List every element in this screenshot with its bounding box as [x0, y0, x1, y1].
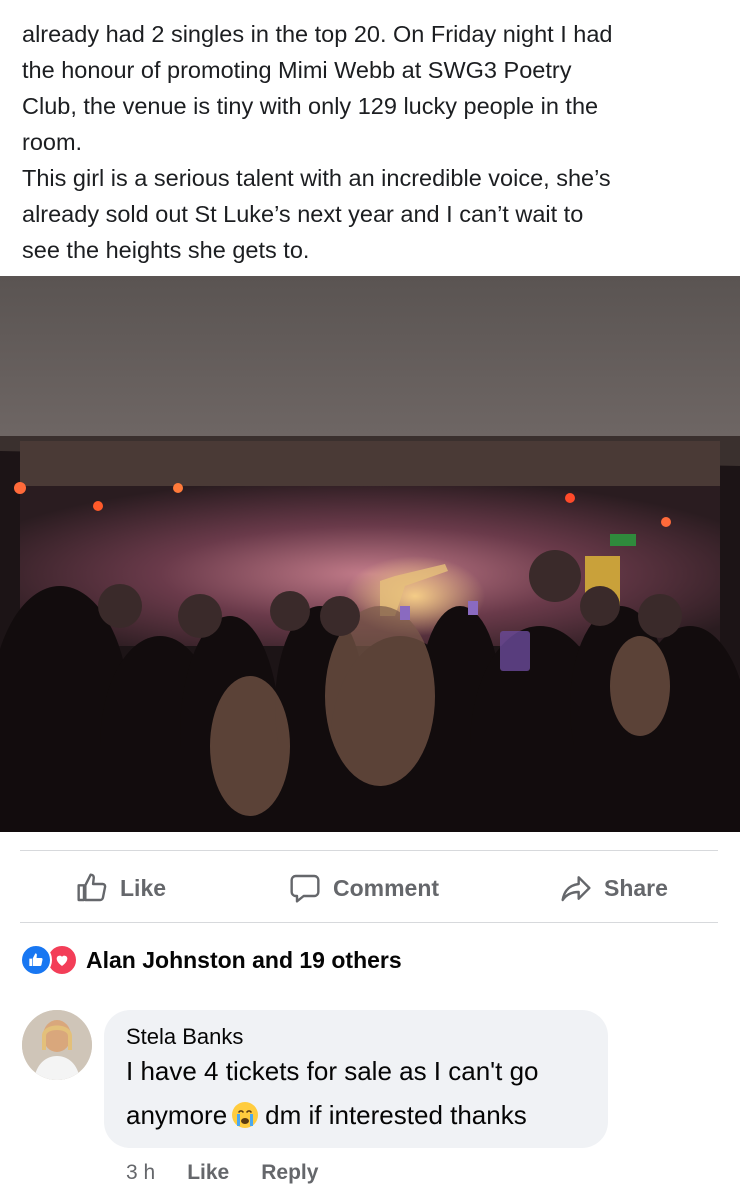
- post-text-line: see the heights she gets to.: [22, 237, 310, 263]
- post-text-line: [22, 0, 722, 16]
- post-body: already had 2 singles in the top 20. On …: [22, 0, 722, 268]
- reactions-summary[interactable]: Alan Johnston and 19 others: [20, 942, 402, 978]
- like-label: Like: [120, 874, 167, 901]
- comment-time[interactable]: 3 h: [126, 1161, 155, 1185]
- post-actions-bar: Like Comment Share: [0, 862, 740, 914]
- crying-face-emoji-icon: [232, 1102, 259, 1128]
- comment-label: Comment: [333, 874, 440, 901]
- like-button[interactable]: Like: [76, 862, 166, 914]
- comment-reply-button[interactable]: Reply: [261, 1161, 318, 1185]
- share-button[interactable]: Share: [560, 862, 668, 914]
- comment-like-button[interactable]: Like: [187, 1161, 229, 1185]
- comment-meta: 3 h Like Reply: [126, 1158, 350, 1188]
- post-text-line: the honour of promoting Mimi Webb at SWG…: [22, 57, 572, 83]
- thumbs-up-icon: [77, 873, 107, 902]
- share-arrow-icon: [561, 876, 591, 902]
- comment-text-line-2: anymore dm if interested thanks: [126, 1100, 527, 1130]
- post-text-line: Club, the venue is tiny with only 129 lu…: [22, 93, 599, 119]
- comment-author[interactable]: Stela Banks: [126, 1024, 243, 1050]
- post-text-line: already had 2 singles in the top 20. On …: [22, 21, 613, 47]
- comment-bubble-icon: [290, 874, 320, 903]
- post-text-line: This girl is a serious talent with an in…: [22, 165, 611, 191]
- comment-button[interactable]: Comment: [289, 862, 439, 914]
- comment-bubble: Stela Banks I have 4 tickets for sale as…: [104, 1010, 608, 1148]
- comment-text-line-1: I have 4 tickets for sale as I can't go: [126, 1056, 539, 1086]
- divider-top: [20, 850, 718, 851]
- commenter-avatar[interactable]: [22, 1010, 92, 1080]
- post-text-line: already sold out St Luke’s next year and…: [22, 201, 584, 227]
- concert-photo-illustration: [0, 276, 740, 832]
- post-text-line: room.: [22, 129, 83, 155]
- divider-bottom: [20, 922, 718, 923]
- like-reaction-icon: [20, 944, 52, 976]
- share-label: Share: [604, 874, 668, 901]
- avatar-image: [22, 1010, 92, 1080]
- post-photo[interactable]: [0, 276, 740, 832]
- reactions-label: Alan Johnston and 19 others: [86, 946, 402, 973]
